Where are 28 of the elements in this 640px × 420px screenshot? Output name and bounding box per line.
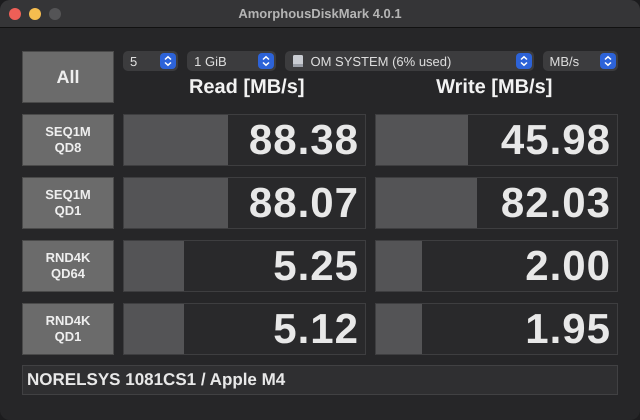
result-value: 2.00	[525, 242, 611, 290]
result-value: 45.98	[500, 116, 611, 164]
column-header: Read [MB/s]	[188, 76, 306, 98]
test-button[interactable]: SEQ1M QD1	[22, 177, 114, 229]
stepper-icon	[516, 53, 532, 69]
result-value: 82.03	[500, 179, 611, 227]
test-button[interactable]: SEQ1M QD8	[22, 114, 114, 166]
column-header: Write [MB/s]	[435, 76, 554, 98]
result-value: 88.38	[248, 116, 359, 164]
test-button[interactable]: RND4K QD64	[22, 240, 114, 292]
result-value: 5.12	[273, 305, 359, 353]
drive-select[interactable]: OM SYSTEM (6% used)	[285, 51, 534, 71]
result-value: 1.95	[525, 305, 611, 353]
window-title: AmorphousDiskMark 4.0.1	[238, 6, 402, 21]
status-text: NORELSYS 1081CS1 / Apple M4	[27, 370, 286, 390]
close-button[interactable]	[9, 8, 21, 20]
stepper-icon	[258, 53, 274, 69]
drive-icon	[292, 54, 304, 68]
test-button[interactable]: RND4K QD1	[22, 303, 114, 355]
unit-select[interactable]: MB/s	[542, 51, 618, 71]
size-select[interactable]: 1 GiB	[187, 51, 276, 71]
result-value: 88.07	[248, 179, 359, 227]
all-button[interactable]: All	[22, 51, 114, 103]
result-value: 5.25	[273, 242, 359, 290]
stepper-icon	[600, 53, 616, 69]
count-select[interactable]: 5	[123, 51, 178, 71]
stepper-icon	[160, 53, 176, 69]
minimize-button[interactable]	[29, 8, 41, 20]
